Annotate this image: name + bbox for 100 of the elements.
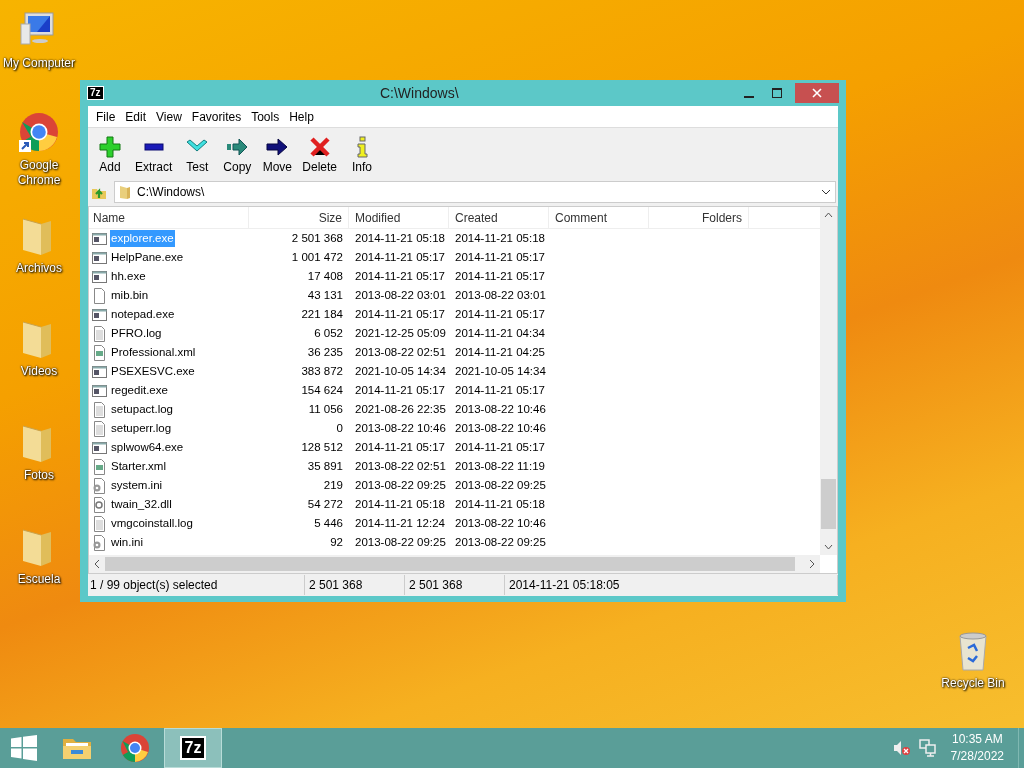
toolbar-button[interactable]: Extract — [132, 136, 176, 176]
table-cell: 2014-11-21 05:17 — [355, 440, 445, 453]
table-cell: 221 184 — [301, 307, 343, 320]
menu-item[interactable]: Edit — [121, 106, 151, 127]
menu-item[interactable]: Help — [285, 106, 318, 127]
arrow-icon — [266, 136, 289, 158]
text-file-icon — [92, 401, 107, 418]
file-name[interactable]: Professional.xml — [110, 343, 197, 362]
dropdown-icon — [821, 188, 831, 196]
column-header[interactable]: Created — [449, 207, 549, 229]
menu-item[interactable]: Favorites — [187, 106, 246, 127]
menu-item[interactable]: View — [152, 106, 186, 127]
toolbar-button[interactable]: Move — [259, 136, 296, 176]
toolbar-button[interactable]: Add — [92, 136, 128, 176]
table-cell: 43 131 — [307, 288, 343, 301]
taskbar-app-button[interactable]: 7z — [164, 728, 222, 768]
column-header[interactable]: Modified — [349, 207, 449, 229]
file-name[interactable]: PFRO.log — [110, 324, 163, 343]
table-cell: 2014-11-21 05:17 — [355, 250, 445, 263]
file-name[interactable]: vmgcoinstall.log — [110, 514, 194, 533]
file-name[interactable]: splwow64.exe — [110, 438, 185, 457]
app-icon: 7z — [87, 86, 104, 100]
table-cell: 2014-11-21 05:17 — [355, 383, 445, 396]
table-cell: 2021-10-05 14:34 — [355, 364, 446, 377]
file-name[interactable]: PSEXESVC.exe — [110, 362, 196, 381]
table-cell: 5 446 — [314, 516, 343, 529]
horizontal-scrollbar[interactable] — [89, 555, 820, 573]
table-cell: 2014-11-21 05:17 — [355, 307, 445, 320]
toolbar-button[interactable]: Info — [344, 136, 381, 176]
table-cell: 1 001 472 — [291, 250, 343, 263]
file-name[interactable]: win.ini — [110, 533, 144, 552]
speaker-muted-icon[interactable] — [892, 740, 911, 756]
table-cell: 2 501 368 — [291, 231, 343, 244]
table-cell: 2021-10-05 14:34 — [455, 364, 546, 377]
minimize-icon — [744, 96, 754, 98]
scrollbar-thumb[interactable] — [105, 557, 795, 571]
program-file-icon — [92, 306, 107, 323]
toolbar-button[interactable]: Test — [179, 136, 216, 176]
table-cell: 2013-08-22 11:19 — [455, 459, 545, 472]
text-file-icon — [92, 420, 107, 437]
toolbar-button[interactable]: Copy — [219, 136, 256, 176]
table-cell: 2021-08-26 22:35 — [355, 402, 446, 415]
column-header[interactable]: Folders — [649, 207, 749, 229]
windows-logo-icon — [11, 735, 37, 761]
column-header[interactable]: Name — [89, 207, 249, 229]
status-text: 2 501 368 — [309, 577, 363, 594]
column-header[interactable]: Comment — [549, 207, 649, 229]
table-cell: 0 — [336, 421, 343, 434]
table-cell: 2013-08-22 03:01 — [355, 288, 446, 301]
file-name[interactable]: notepad.exe — [110, 305, 176, 324]
file-name[interactable]: HelpPane.exe — [110, 248, 185, 267]
document-file-icon — [92, 458, 107, 475]
table-cell: 219 — [323, 478, 343, 491]
status-text: 2 501 368 — [409, 577, 463, 594]
file-name[interactable]: hh.exe — [110, 267, 147, 286]
text-file-icon — [92, 325, 107, 342]
file-name[interactable]: mib.bin — [110, 286, 150, 305]
program-file-icon — [92, 230, 107, 247]
file-name[interactable]: system.ini — [110, 476, 164, 495]
table-cell: 383 872 — [301, 364, 343, 377]
table-cell: 128 512 — [301, 440, 343, 453]
gear-file-icon — [92, 496, 107, 513]
program-file-icon — [92, 382, 107, 399]
table-cell: 2013-08-22 09:25 — [355, 478, 446, 491]
file-name[interactable]: setupact.log — [110, 400, 174, 419]
table-cell: 154 624 — [301, 383, 343, 396]
table-cell: 2014-11-21 05:18 — [455, 497, 545, 510]
program-file-icon — [92, 363, 107, 380]
address-field[interactable]: C:\Windows\ — [114, 181, 836, 203]
scroll-left-icon — [94, 559, 100, 569]
table-cell: 35 891 — [307, 459, 343, 472]
table-cell: 36 235 — [307, 345, 343, 358]
table-cell: 2013-08-22 09:25 — [455, 535, 546, 548]
table-cell: 2014-11-21 05:17 — [455, 307, 545, 320]
chrome-logo-icon — [118, 731, 152, 765]
menu-item[interactable]: Tools — [247, 106, 284, 127]
column-header[interactable]: Size — [249, 207, 349, 229]
vertical-scrollbar[interactable] — [820, 207, 837, 555]
file-icon — [92, 287, 107, 304]
table-cell: 17 408 — [307, 269, 343, 282]
close-icon — [812, 88, 822, 98]
menu-item[interactable]: File — [92, 106, 120, 127]
table-cell: 92 — [330, 535, 343, 548]
file-name[interactable]: Starter.xml — [110, 457, 167, 476]
status-text: 1 / 99 object(s) selected — [90, 577, 218, 594]
settings-file-icon — [92, 534, 107, 551]
table-cell: 2013-08-22 09:25 — [455, 478, 546, 491]
network-icon[interactable] — [918, 739, 937, 757]
scrollbar-thumb[interactable] — [821, 479, 836, 529]
table-cell: 2013-08-22 10:46 — [455, 516, 546, 529]
table-cell: 2021-12-25 05:09 — [355, 326, 446, 339]
file-name[interactable]: regedit.exe — [110, 381, 169, 400]
scroll-up-icon — [824, 212, 833, 218]
table-cell: 2013-08-22 10:46 — [455, 421, 546, 434]
table-cell: 2013-08-22 02:51 — [355, 459, 446, 472]
scroll-down-icon — [824, 544, 833, 550]
table-cell: 2014-11-21 05:17 — [455, 250, 545, 263]
file-name[interactable]: setuperr.log — [110, 419, 173, 438]
file-name[interactable]: twain_32.dll — [110, 495, 173, 514]
toolbar-button[interactable]: Delete — [299, 136, 341, 176]
